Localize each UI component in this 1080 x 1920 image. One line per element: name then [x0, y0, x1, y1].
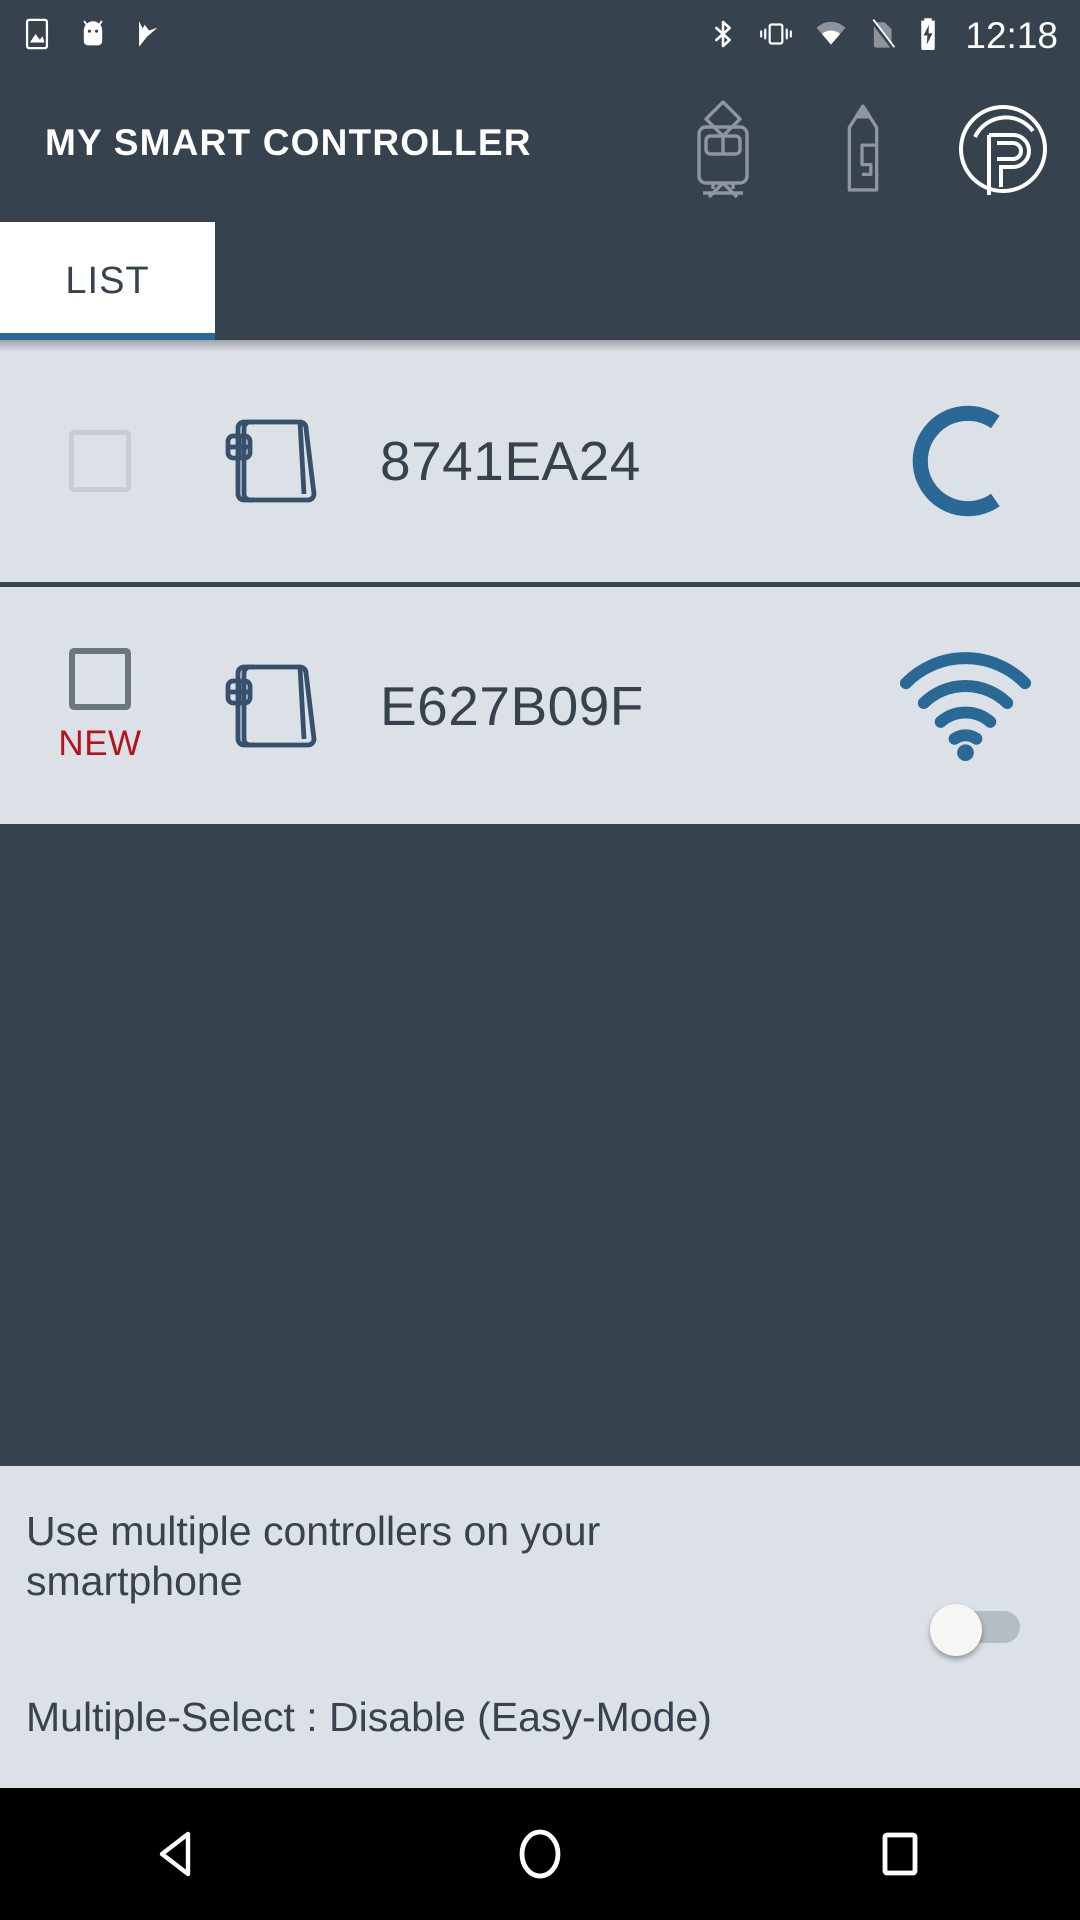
status-bar-right-icons: 12:18 [707, 15, 1080, 57]
tab-selected-indicator [0, 333, 215, 340]
brand-p-logo-icon[interactable] [948, 94, 1058, 204]
multiple-controllers-label: Use multiple controllers on your smartph… [26, 1508, 601, 1605]
controller-list: 8741EA24 NEW E627B09F [0, 340, 1080, 824]
row-device-id: 8741EA24 [380, 430, 641, 492]
app-bar-actions [668, 94, 1058, 204]
bluetooth-icon [707, 17, 739, 56]
row-device-id: E627B09F [380, 674, 644, 737]
settings-panel: Use multiple controllers on your smartph… [0, 1466, 1080, 1788]
table-row[interactable]: NEW E627B09F [0, 582, 1080, 824]
battery-charging-icon [915, 16, 941, 57]
row-checkbox-area[interactable] [0, 430, 200, 492]
status-badge: NEW [58, 723, 142, 763]
system-nav-bar [0, 1788, 1080, 1920]
row-checkbox[interactable] [69, 430, 131, 492]
app-screen: 12:18 MY SMART CONTROLLER LIST 8741EA24 … [0, 0, 1080, 1920]
table-row[interactable]: 8741EA24 [0, 340, 1080, 582]
controller-device-icon [200, 396, 350, 526]
pen-tool-icon[interactable] [808, 94, 918, 204]
recents-button[interactable] [800, 1788, 1000, 1920]
multiple-controllers-toggle[interactable] [930, 1604, 1020, 1656]
toggle-thumb[interactable] [930, 1604, 982, 1656]
tram-controller-icon[interactable] [668, 94, 778, 204]
home-button[interactable] [440, 1788, 640, 1920]
sim-off-icon [867, 17, 897, 56]
vibrate-icon [757, 17, 795, 56]
controller-device-icon [200, 641, 350, 771]
status-bar: 12:18 [0, 0, 1080, 72]
loading-spinner-icon [850, 396, 1080, 526]
row-checkbox[interactable] [69, 647, 131, 710]
status-bar-left-icons [0, 17, 166, 56]
status-bar-clock: 12:18 [965, 15, 1058, 56]
multiple-select-mode-label: Multiple-Select : Disable (Easy-Mode) [26, 1694, 712, 1740]
row-checkbox-area[interactable]: NEW [0, 647, 200, 764]
app-bar: MY SMART CONTROLLER [0, 72, 1080, 222]
tab-list-label: LIST [65, 259, 150, 302]
tab-bar: LIST [0, 222, 1080, 340]
page-title: MY SMART CONTROLLER [45, 122, 532, 163]
tab-list[interactable]: LIST [0, 222, 215, 340]
back-button[interactable] [80, 1788, 280, 1920]
wifi-signal-icon [850, 651, 1080, 761]
empty-area [0, 824, 1080, 1466]
checkmark-flag-icon [132, 17, 166, 56]
wifi-icon [813, 17, 849, 56]
android-icon [76, 17, 110, 56]
image-icon [20, 17, 54, 56]
